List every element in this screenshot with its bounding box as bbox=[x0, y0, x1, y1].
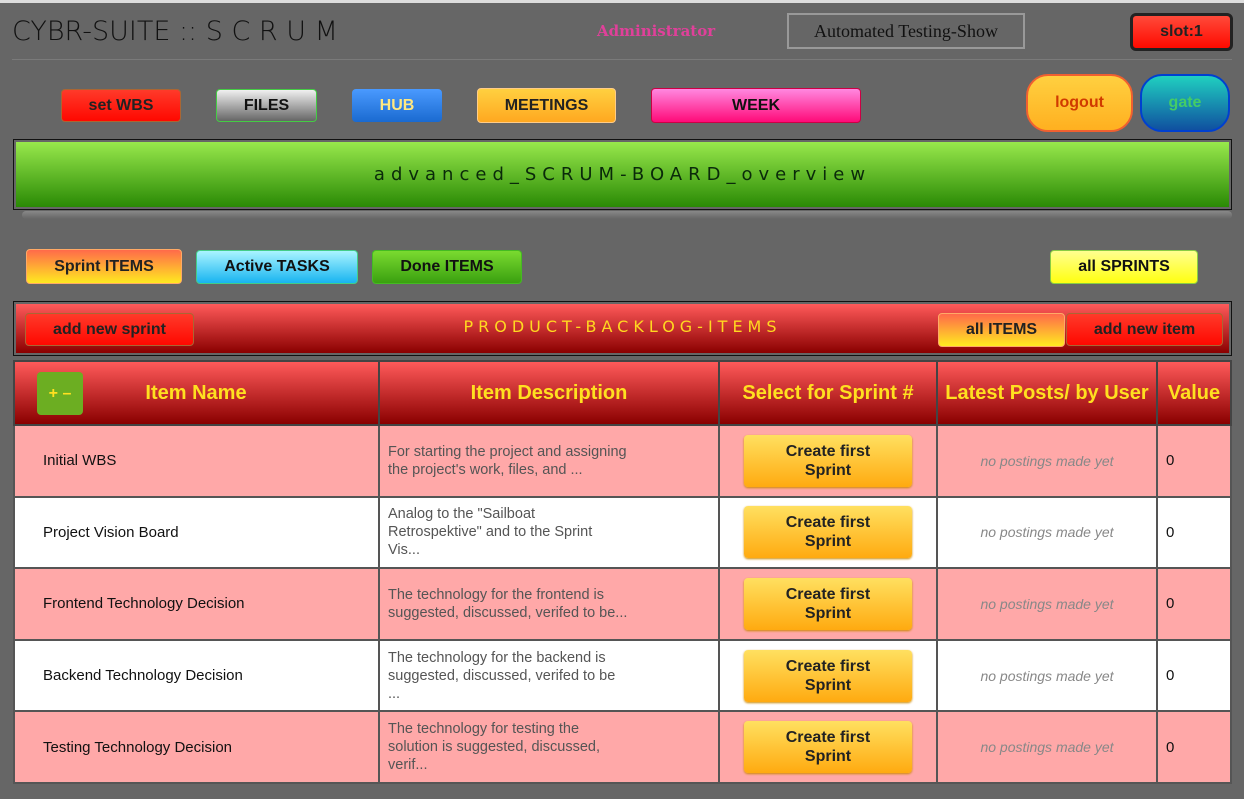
user-role: Administrator bbox=[597, 22, 716, 40]
all-sprints-button[interactable]: all SPRINTS bbox=[1050, 250, 1198, 284]
column-header-sprint: Select for Sprint # bbox=[718, 360, 938, 426]
column-label: Item Name bbox=[145, 381, 247, 404]
item-value: 0 bbox=[1156, 710, 1232, 784]
table-header-row: + – Item Name Item Description Select for… bbox=[13, 360, 1232, 426]
app-title: CYBR-SUITE :: S C R U M bbox=[12, 16, 338, 47]
item-name[interactable]: Initial WBS bbox=[13, 424, 380, 498]
item-value: 0 bbox=[1156, 638, 1232, 713]
hub-button[interactable]: HUB bbox=[352, 89, 442, 122]
item-description: The technology for testing the solution … bbox=[378, 710, 720, 784]
done-items-button[interactable]: Done ITEMS bbox=[372, 250, 522, 284]
table-row: Project Vision Board Analog to the "Sail… bbox=[13, 495, 1232, 570]
sprint-items-button[interactable]: Sprint ITEMS bbox=[26, 249, 182, 284]
latest-posts: no postings made yet bbox=[936, 495, 1158, 570]
latest-posts: no postings made yet bbox=[936, 710, 1158, 784]
table-row: Initial WBS For starting the project and… bbox=[13, 424, 1232, 498]
window-top-edge bbox=[0, 0, 1244, 3]
item-value: 0 bbox=[1156, 424, 1232, 498]
sprint-select-cell: Create first Sprint bbox=[718, 710, 938, 784]
column-header-value: Value bbox=[1156, 360, 1232, 426]
add-new-item-button[interactable]: add new item bbox=[1066, 313, 1223, 346]
table-row: Frontend Technology Decision The technol… bbox=[13, 567, 1232, 641]
column-header-posts: Latest Posts/ by User bbox=[936, 360, 1158, 426]
description-text: Analog to the "Sailboat Retrospektive" a… bbox=[388, 506, 593, 559]
create-first-sprint-button[interactable]: Create first Sprint bbox=[744, 721, 912, 774]
item-value: 0 bbox=[1156, 495, 1232, 570]
all-items-button[interactable]: all ITEMS bbox=[938, 313, 1065, 347]
button-label: Create first Sprint bbox=[785, 657, 871, 694]
description-text: The technology for testing the solution … bbox=[388, 721, 600, 774]
create-first-sprint-button[interactable]: Create first Sprint bbox=[744, 434, 912, 487]
banner-shadow bbox=[22, 211, 1232, 219]
button-label: Create first Sprint bbox=[785, 729, 871, 766]
sprint-select-cell: Create first Sprint bbox=[718, 638, 938, 713]
expand-collapse-toggle[interactable]: + – bbox=[37, 372, 83, 415]
meetings-button[interactable]: MEETINGS bbox=[477, 88, 616, 123]
sprint-select-cell: Create first Sprint bbox=[718, 495, 938, 570]
item-value: 0 bbox=[1156, 567, 1232, 641]
description-text: The technology for the frontend is sugge… bbox=[388, 586, 628, 621]
create-first-sprint-button[interactable]: Create first Sprint bbox=[744, 506, 912, 559]
sprint-select-cell: Create first Sprint bbox=[718, 424, 938, 498]
item-description: The technology for the backend is sugges… bbox=[378, 638, 720, 713]
latest-posts: no postings made yet bbox=[936, 638, 1158, 713]
board-banner: advanced_SCRUM-BOARD_overview bbox=[13, 139, 1232, 210]
table-row: Testing Technology Decision The technolo… bbox=[13, 710, 1232, 784]
latest-posts: no postings made yet bbox=[936, 424, 1158, 498]
sprint-select-cell: Create first Sprint bbox=[718, 567, 938, 641]
week-button[interactable]: WEEK bbox=[651, 88, 861, 123]
logout-button[interactable]: logout bbox=[1026, 74, 1133, 132]
divider bbox=[12, 59, 1232, 60]
gate-button[interactable]: gate bbox=[1140, 74, 1230, 132]
button-label: Create first Sprint bbox=[785, 514, 871, 551]
table-row: Backend Technology Decision The technolo… bbox=[13, 638, 1232, 713]
column-header-item-name: + – Item Name bbox=[13, 360, 380, 426]
latest-posts: no postings made yet bbox=[936, 567, 1158, 641]
item-name[interactable]: Frontend Technology Decision bbox=[13, 567, 380, 641]
item-description: Analog to the "Sailboat Retrospektive" a… bbox=[378, 495, 720, 570]
files-button[interactable]: FILES bbox=[216, 89, 317, 122]
project-name: Automated Testing-Show bbox=[787, 13, 1025, 49]
item-description: The technology for the frontend is sugge… bbox=[378, 567, 720, 641]
banner-title: advanced_SCRUM-BOARD_overview bbox=[16, 142, 1229, 207]
active-tasks-button[interactable]: Active TASKS bbox=[196, 250, 358, 284]
backlog-header: add new sprint PRODUCT-BACKLOG-ITEMS all… bbox=[13, 301, 1232, 356]
create-first-sprint-button[interactable]: Create first Sprint bbox=[744, 649, 912, 702]
description-text: For starting the project and assigning t… bbox=[388, 443, 627, 478]
button-label: Create first Sprint bbox=[785, 585, 871, 622]
create-first-sprint-button[interactable]: Create first Sprint bbox=[744, 577, 912, 630]
item-description: For starting the project and assigning t… bbox=[378, 424, 720, 498]
item-name[interactable]: Project Vision Board bbox=[13, 495, 380, 570]
column-header-description: Item Description bbox=[378, 360, 720, 426]
slot-button[interactable]: slot:1 bbox=[1130, 13, 1233, 51]
item-name[interactable]: Testing Technology Decision bbox=[13, 710, 380, 784]
description-text: The technology for the backend is sugges… bbox=[388, 649, 616, 702]
button-label: Create first Sprint bbox=[785, 442, 871, 479]
backlog-table: + – Item Name Item Description Select for… bbox=[13, 360, 1232, 784]
item-name[interactable]: Backend Technology Decision bbox=[13, 638, 380, 713]
set-wbs-button[interactable]: set WBS bbox=[61, 89, 181, 122]
